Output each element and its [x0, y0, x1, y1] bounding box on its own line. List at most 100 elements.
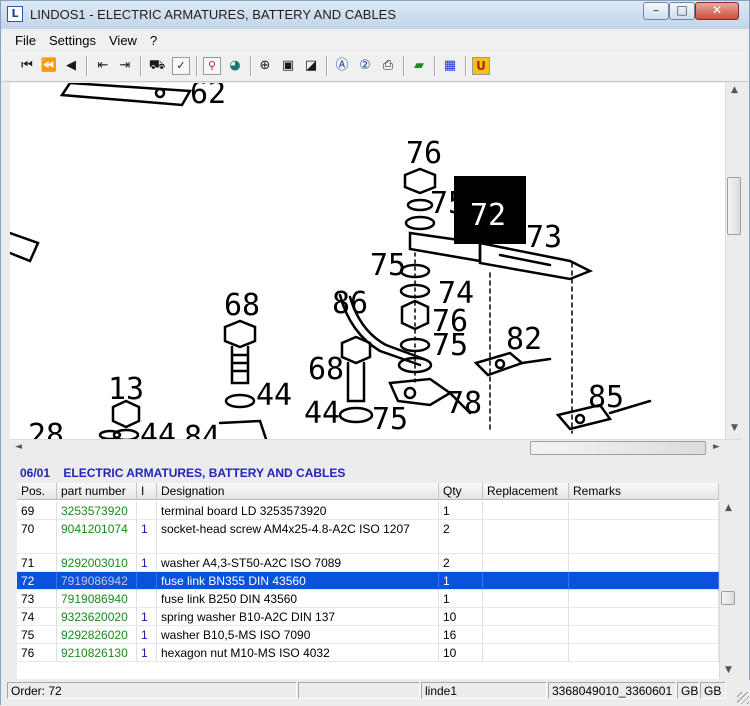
scroll-left-arrow[interactable]: ◄	[10, 442, 27, 452]
parts-table: Pos. part number I Designation Qty Repla…	[17, 483, 719, 679]
checklist-icon[interactable]: ✓	[172, 57, 190, 75]
column-header-pos[interactable]: Pos.	[17, 483, 57, 500]
page-alt-icon[interactable]: ◪	[302, 57, 320, 75]
table-row[interactable]: 70 9041201074 1 socket-head screw AM4x25-4.…	[17, 520, 719, 554]
column-header-remarks[interactable]: Remarks	[569, 483, 719, 500]
maximize-button[interactable]: □	[669, 2, 695, 20]
cell-remarks	[569, 608, 719, 626]
callout-44[interactable]: 44	[304, 396, 340, 431]
cell-qty: 1	[439, 572, 483, 590]
callout-76[interactable]: 76	[406, 136, 442, 171]
printer-icon[interactable]: ⎙	[379, 57, 397, 75]
column-header-replacement[interactable]: Replacement	[483, 483, 569, 500]
cell-part-number: 9323620020	[57, 608, 137, 626]
drawing-horizontal-scrollbar[interactable]: ◄ ►	[10, 439, 742, 456]
scroll-thumb[interactable]	[727, 177, 741, 235]
column-header-qty[interactable]: Qty	[439, 483, 483, 500]
callout-68[interactable]: 68	[308, 352, 344, 387]
q-circle-icon[interactable]: ②	[356, 57, 374, 75]
globe-icon[interactable]: ◕	[226, 57, 244, 75]
scroll-thumb[interactable]	[530, 441, 706, 455]
menu-file[interactable]: File	[15, 33, 36, 48]
callout-75[interactable]: 75	[430, 186, 466, 221]
scroll-up-arrow[interactable]: ▲	[726, 85, 743, 95]
cell-part-number: 7919086940	[57, 590, 137, 608]
drawing-vertical-scrollbar[interactable]: ▲ ▼	[725, 83, 743, 439]
cell-part-number: 7919086942	[57, 572, 137, 590]
callout-62[interactable]: 62	[190, 83, 226, 111]
cell-designation: socket-head screw AM4x25-4.8-A2C ISO 120…	[157, 520, 439, 554]
cell-pos: 70	[17, 520, 57, 554]
minimize-button[interactable]: –	[643, 2, 669, 20]
callout-75[interactable]: 75	[372, 402, 408, 437]
scroll-down-arrow[interactable]: ▼	[726, 423, 743, 433]
cell-designation: washer A4,3-ST50-A2C ISO 7089	[157, 554, 439, 572]
menu-view[interactable]: View	[109, 33, 137, 48]
app-icon[interactable]: L	[7, 6, 23, 22]
column-header-part-number[interactable]: part number	[57, 483, 137, 500]
page-icon[interactable]: ▣	[279, 57, 297, 75]
cell-indicator	[137, 572, 157, 590]
cell-pos: 73	[17, 590, 57, 608]
callout-68[interactable]: 68	[224, 288, 260, 323]
book-back-icon[interactable]: ⇤	[94, 57, 112, 75]
column-header-designation[interactable]: Designation	[157, 483, 439, 500]
callout-44[interactable]: 44	[256, 378, 292, 413]
cell-indicator: 1	[137, 554, 157, 572]
callout-84[interactable]: 84	[184, 420, 220, 439]
callout-75[interactable]: 75	[432, 328, 468, 363]
green-book-icon[interactable]: ▰	[410, 57, 428, 75]
menu-settings[interactable]: Settings	[49, 33, 96, 48]
table-row[interactable]: 74 9323620020 1 spring washer B10-A2C DIN 1…	[17, 608, 719, 626]
table-row[interactable]: 76 9210826130 1 hexagon nut M10-MS ISO 4032…	[17, 644, 719, 662]
cell-remarks	[569, 590, 719, 608]
table-row[interactable]: 73 7919086940 fuse link B250 DIN 43560 1	[17, 590, 719, 608]
table-row[interactable]: 75 9292826020 1 washer B10,5-MS ISO 7090 16	[17, 626, 719, 644]
book-forward-icon[interactable]: ⇥	[116, 57, 134, 75]
scroll-thumb[interactable]	[721, 591, 735, 605]
callout-73[interactable]: 73	[526, 220, 562, 255]
column-header-indicator[interactable]: I	[137, 483, 157, 500]
cell-qty: 1	[439, 590, 483, 608]
first-icon[interactable]: ⏮	[18, 57, 36, 75]
callout-44[interactable]: 44	[140, 418, 176, 439]
table-row[interactable]: 69 3253573920 terminal board LD 3253573920…	[17, 502, 719, 520]
menu-help[interactable]: ?	[150, 33, 157, 48]
cell-designation: spring washer B10-A2C DIN 137	[157, 608, 439, 626]
cell-qty: 1	[439, 502, 483, 520]
scroll-right-arrow[interactable]: ►	[708, 442, 725, 452]
previous-page-icon[interactable]: ⏪	[40, 57, 58, 75]
table-row-selected[interactable]: 72 7919086942 fuse link BN355 DIN 43560 1	[17, 572, 719, 590]
title-bar[interactable]: L LINDOS1 - ELECTRIC ARMATURES, BATTERY …	[1, 1, 749, 29]
scroll-up-arrow[interactable]: ▲	[720, 503, 737, 513]
callout-82[interactable]: 82	[506, 322, 542, 357]
callout-85[interactable]: 85	[588, 380, 624, 415]
toolbar-separator	[434, 56, 436, 76]
close-button[interactable]: ✕	[695, 2, 739, 20]
cell-pos: 69	[17, 502, 57, 520]
zoom-icon[interactable]: ⊕	[256, 57, 274, 75]
callout-72[interactable]: 72	[470, 198, 506, 233]
previous-icon[interactable]: ◀	[62, 57, 80, 75]
resize-grip[interactable]	[737, 692, 749, 704]
cart-icon[interactable]: ⛟	[148, 57, 166, 75]
scroll-down-arrow[interactable]: ▼	[720, 665, 737, 675]
u-icon[interactable]: U	[472, 57, 490, 75]
table-row[interactable]: 71 9292003010 1 washer A4,3-ST50-A2C ISO 70…	[17, 554, 719, 572]
callout-13[interactable]: 13	[108, 372, 144, 407]
parts-drawing[interactable]: 62 76 75 72 73 75 74 76 75 82 68 86 68 1…	[10, 83, 726, 439]
toolbar-separator	[250, 56, 252, 76]
a-circle-icon[interactable]: Ⓐ	[333, 57, 351, 75]
callout-86[interactable]: 86	[332, 286, 368, 321]
cell-indicator: 1	[137, 520, 157, 554]
link-icon[interactable]: ⚲	[203, 57, 221, 75]
cell-replacement	[483, 554, 569, 572]
callout-78[interactable]: 78	[446, 386, 482, 421]
table-vertical-scrollbar[interactable]: ▲ ▼	[719, 501, 737, 679]
status-lang-2: GB	[700, 682, 726, 699]
window-title: LINDOS1 - ELECTRIC ARMATURES, BATTERY AN…	[30, 7, 397, 22]
callout-28[interactable]: 28	[28, 418, 64, 439]
blue-grid-icon[interactable]: ▦	[441, 57, 459, 75]
callout-75[interactable]: 75	[370, 248, 406, 283]
parts-drawing-svg: 62 76 75 72 73 75 74 76 75 82 68 86 68 1…	[10, 83, 652, 439]
